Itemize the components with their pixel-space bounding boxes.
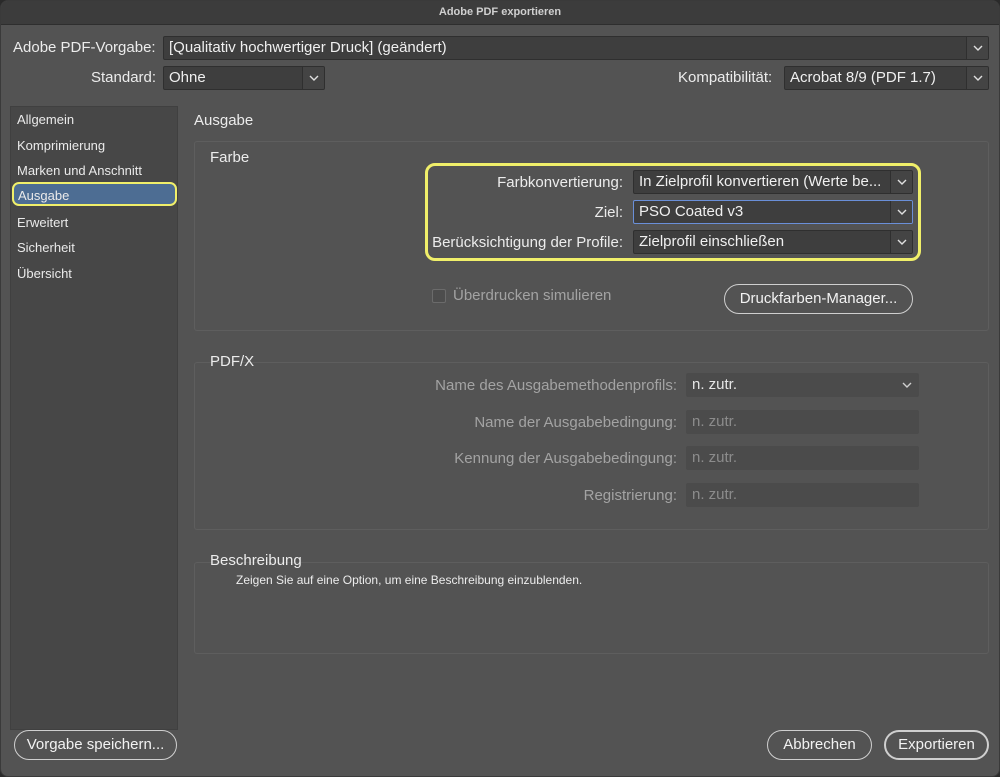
- compatibility-label: Kompatibilität:: [678, 69, 773, 86]
- sidebar-item-allgemein[interactable]: Allgemein: [13, 108, 175, 132]
- sidebar-item-sicherheit[interactable]: Sicherheit: [13, 236, 175, 260]
- output-profile-select[interactable]: n. zutr.: [686, 373, 919, 397]
- chevron-down-icon[interactable]: [966, 67, 988, 89]
- condition-identifier-field[interactable]: n. zutr.: [686, 446, 919, 470]
- output-condition-field[interactable]: n. zutr.: [686, 410, 919, 434]
- preset-label: Adobe PDF-Vorgabe:: [13, 39, 156, 56]
- standard-label: Standard:: [91, 69, 157, 86]
- chevron-down-icon[interactable]: [966, 37, 988, 59]
- output-condition-label: Name der Ausgabebedingung:: [474, 414, 677, 431]
- output-profile-label: Name des Ausgabemethodenprofils:: [435, 377, 677, 394]
- farbe-group-title: Farbe: [210, 149, 250, 166]
- standard-value: Ohne: [169, 69, 206, 86]
- description-text: Zeigen Sie auf eine Option, um eine Besc…: [236, 573, 583, 587]
- overprint-label: Überdrucken simulieren: [453, 287, 612, 304]
- chevron-down-icon[interactable]: [896, 374, 918, 396]
- pdfx-group-title: PDF/X: [210, 353, 255, 370]
- save-preset-button[interactable]: Vorgabe speichern...: [14, 730, 177, 760]
- export-button[interactable]: Exportieren: [884, 730, 989, 760]
- preset-select[interactable]: [Qualitativ hochwertiger Druck] (geänder…: [163, 36, 989, 60]
- sidebar-item-komprimierung[interactable]: Komprimierung: [13, 134, 175, 158]
- pdf-export-dialog: Adobe PDF exportieren Adobe PDF-Vorgabe:…: [0, 0, 1000, 777]
- registry-label: Registrierung:: [583, 487, 677, 504]
- compatibility-value: Acrobat 8/9 (PDF 1.7): [790, 69, 936, 86]
- cancel-button[interactable]: Abbrechen: [767, 730, 872, 760]
- ink-manager-button[interactable]: Druckfarben-Manager...: [724, 284, 913, 314]
- highlight-frame: [425, 163, 921, 261]
- output-profile-value: n. zutr.: [692, 376, 738, 393]
- description-title: Beschreibung: [210, 552, 302, 569]
- overprint-checkbox[interactable]: [432, 289, 446, 303]
- sidebar-item-marken-und-anschnitt[interactable]: Marken und Anschnitt: [13, 159, 175, 183]
- registry-field[interactable]: n. zutr.: [686, 483, 919, 507]
- condition-identifier-label: Kennung der Ausgabebedingung:: [454, 450, 677, 467]
- sidebar-item-uebersicht[interactable]: Übersicht: [13, 262, 175, 286]
- standard-select[interactable]: Ohne: [163, 66, 325, 90]
- window-title: Adobe PDF exportieren: [1, 1, 999, 25]
- preset-value: [Qualitativ hochwertiger Druck] (geänder…: [169, 39, 447, 56]
- sidebar-item-ausgabe[interactable]: Ausgabe: [12, 182, 177, 206]
- sidebar-item-erweitert[interactable]: Erweitert: [13, 211, 175, 235]
- compatibility-select[interactable]: Acrobat 8/9 (PDF 1.7): [784, 66, 989, 90]
- chevron-down-icon[interactable]: [302, 67, 324, 89]
- sidebar: Allgemein Komprimierung Marken und Ansch…: [10, 106, 178, 730]
- section-title: Ausgabe: [194, 112, 254, 129]
